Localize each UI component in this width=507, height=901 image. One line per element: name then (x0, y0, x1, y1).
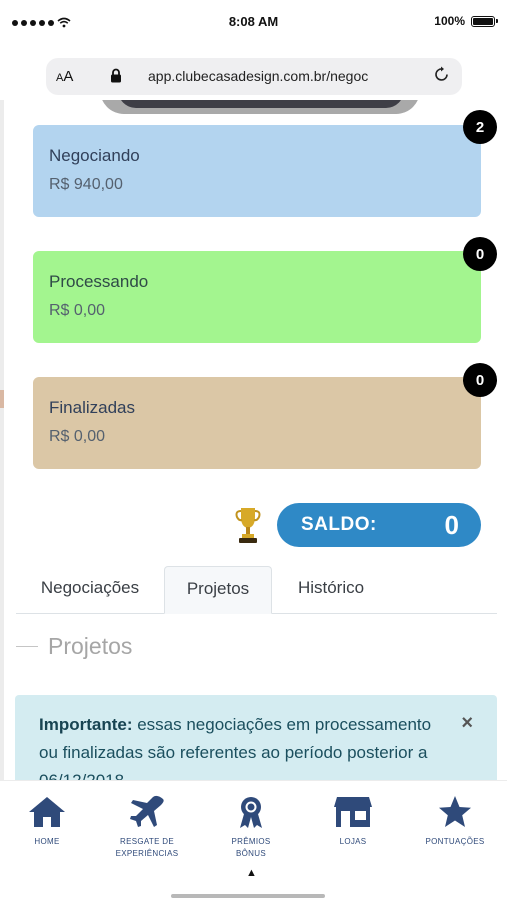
count-badge: 0 (463, 363, 497, 397)
count-badge: 2 (463, 110, 497, 144)
nav-premios-bonus[interactable]: PRÊMIOS BÔNUS (206, 795, 296, 860)
card-title: Negociando (49, 146, 140, 165)
card-amount: R$ 0,00 (49, 302, 106, 319)
airplane-icon (130, 795, 164, 827)
tab-projetos[interactable]: Projetos (164, 566, 272, 614)
url-text[interactable]: app.clubecasadesign.com.br/negoc (148, 68, 368, 84)
home-icon (29, 797, 65, 827)
section-title: Projetos (48, 633, 133, 659)
saldo-balance: SALDO: 0 (277, 503, 481, 547)
nav-pontuacoes[interactable]: PONTUAÇÕES (410, 795, 500, 848)
trophy-icon (235, 505, 261, 550)
battery-status: 100% (434, 14, 498, 28)
tab-bar: Negociações Projetos Histórico (16, 566, 497, 614)
card-title: Processando (49, 272, 149, 291)
side-drawer-edge (0, 100, 4, 780)
nav-lojas[interactable]: LOJAS (308, 795, 398, 848)
side-drawer-accent (0, 390, 4, 408)
tab-negociacoes[interactable]: Negociações (16, 566, 164, 613)
nav-home[interactable]: HOME (2, 795, 92, 848)
count-badge: 0 (463, 237, 497, 271)
scroll-up-caret-icon[interactable]: ▲ (246, 867, 257, 879)
text-size-button[interactable]: AA (56, 68, 73, 85)
alert-strong: Importante: (39, 715, 133, 734)
status-bar: 8:08 AM 100% (0, 0, 507, 44)
status-card-negociando[interactable]: Negociando R$ 940,00 (33, 125, 481, 217)
card-amount: R$ 940,00 (49, 176, 123, 193)
status-card-finalizadas[interactable]: Finalizadas R$ 0,00 (33, 377, 481, 469)
saldo-label: SALDO: (301, 514, 377, 535)
star-icon (439, 796, 471, 827)
saldo-value: 0 (444, 510, 459, 540)
store-icon (334, 797, 372, 827)
reload-icon[interactable] (434, 66, 450, 88)
award-ribbon-icon (240, 797, 262, 828)
card-amount: R$ 0,00 (49, 428, 106, 445)
home-indicator (171, 894, 325, 898)
bottom-navigation: HOME RESGATE DE EXPERIÊNCIAS PRÊMIOS BÔNUS… (0, 780, 507, 901)
page-content: Negociando R$ 940,00 2 Processando R$ 0,… (0, 100, 507, 780)
section-divider (16, 646, 38, 647)
clock: 8:08 AM (228, 14, 279, 29)
status-card-processando[interactable]: Processando R$ 0,00 (33, 251, 481, 343)
battery-percent: 100% (434, 14, 465, 28)
card-title: Finalizadas (49, 398, 135, 417)
close-icon[interactable]: × (461, 709, 473, 737)
battery-icon (471, 15, 498, 27)
profile-photo-shadow (118, 100, 404, 108)
lock-icon (110, 68, 122, 88)
address-bar[interactable]: AA app.clubecasadesign.com.br/negoc (46, 58, 462, 95)
nav-resgate-experiencias[interactable]: RESGATE DE EXPERIÊNCIAS (102, 795, 192, 860)
important-alert: Importante: essas negociações em process… (15, 695, 497, 780)
tab-historico[interactable]: Histórico (272, 566, 390, 613)
